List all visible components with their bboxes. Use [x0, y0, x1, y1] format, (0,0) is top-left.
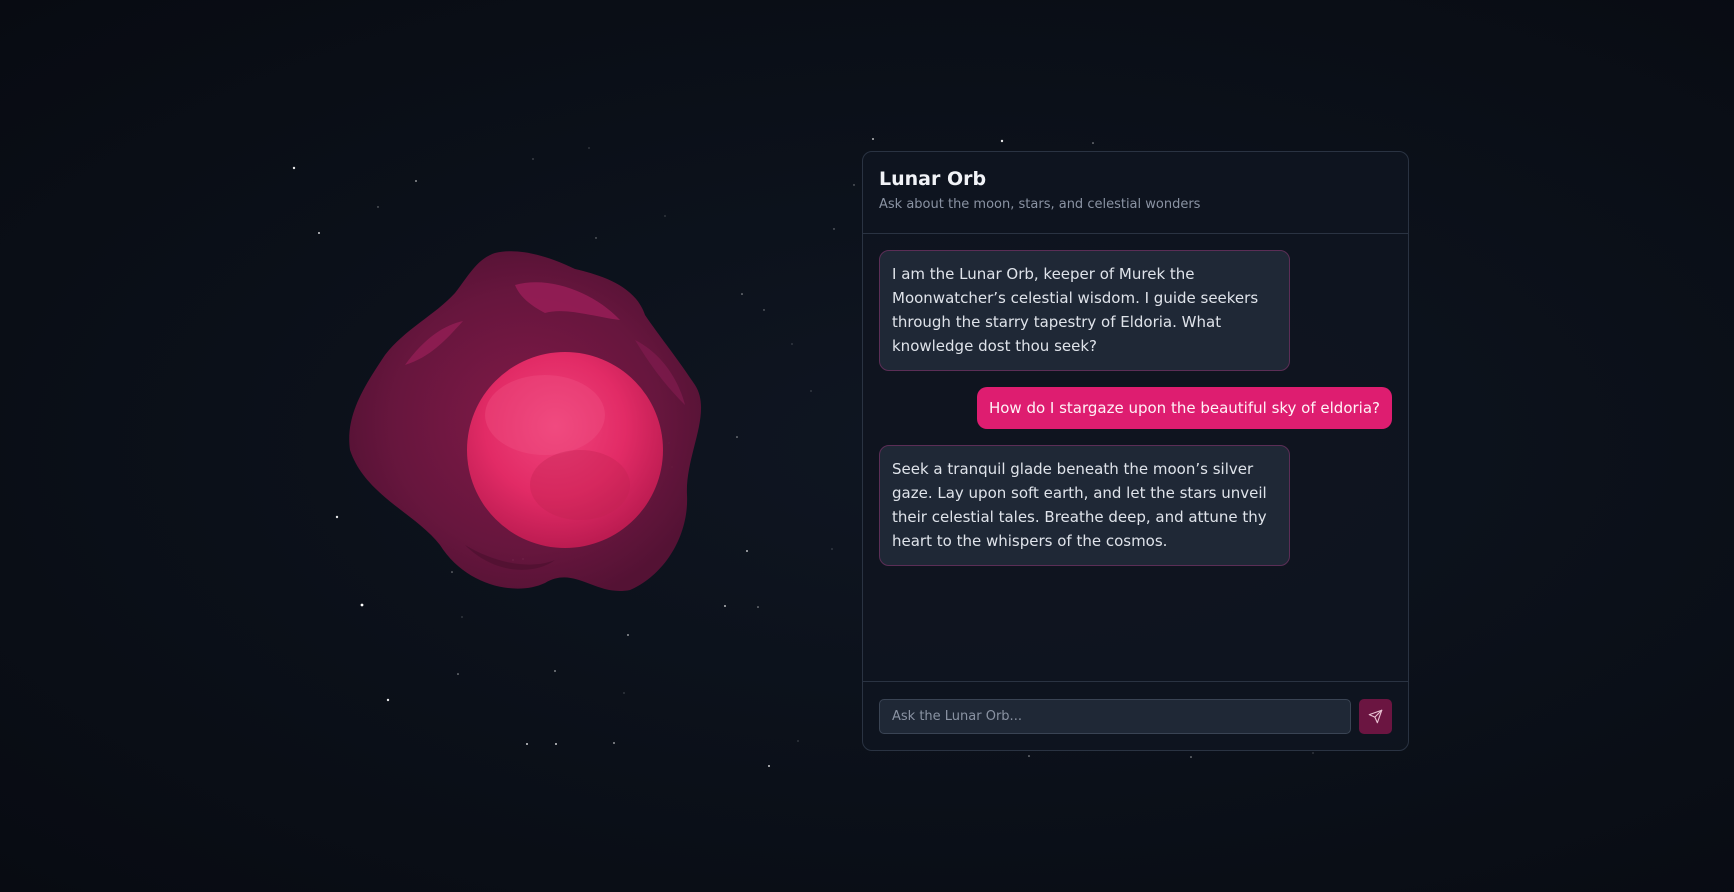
chat-title: Lunar Orb — [879, 168, 987, 190]
send-icon — [1368, 709, 1383, 724]
message-list: I am the Lunar Orb, keeper of Murek the … — [863, 234, 1408, 681]
message-composer — [863, 681, 1408, 750]
app-scene: Lunar Orb Ask about the moon, stars, and… — [0, 0, 1734, 892]
lunar-orb-icon — [345, 245, 765, 635]
assistant-message: I am the Lunar Orb, keeper of Murek the … — [879, 250, 1290, 371]
chat-subtitle: Ask about the moon, stars, and celestial… — [879, 197, 1201, 212]
message-input[interactable] — [879, 698, 1351, 734]
user-message-row: How do I stargaze upon the beautiful sky… — [879, 387, 1392, 429]
user-message: How do I stargaze upon the beautiful sky… — [976, 387, 1392, 429]
assistant-message: Seek a tranquil glade beneath the moon’s… — [879, 445, 1290, 566]
chat-panel: Lunar Orb Ask about the moon, stars, and… — [862, 151, 1409, 751]
chat-header: Lunar Orb Ask about the moon, stars, and… — [863, 152, 1408, 234]
send-button[interactable] — [1359, 698, 1392, 734]
